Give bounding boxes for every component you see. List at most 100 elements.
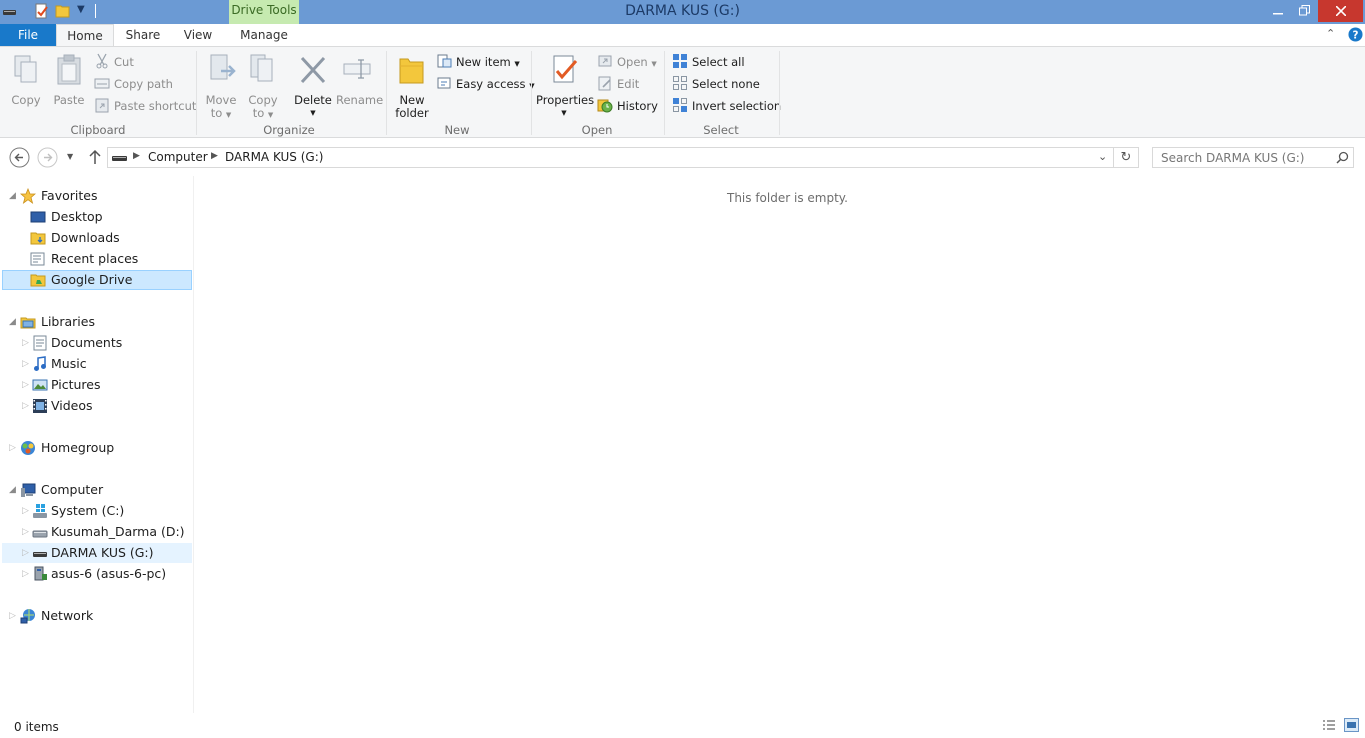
new-item-button[interactable]: New item ▼ (436, 53, 520, 71)
search-input[interactable] (1153, 148, 1331, 167)
new-folder-button[interactable]: New folder (393, 53, 431, 120)
invert-selection-button[interactable]: Invert selection (672, 97, 781, 115)
cut-button[interactable]: Cut (94, 53, 134, 71)
collapse-ribbon-icon[interactable]: ⌃ (1326, 27, 1335, 40)
refresh-button[interactable]: ↻ (1114, 147, 1139, 168)
edit-icon (598, 76, 611, 91)
tab-file[interactable]: File (0, 24, 56, 47)
nav-favorites[interactable]: ◢ Favorites (2, 186, 192, 206)
easy-access-button[interactable]: Easy access ▼ (436, 75, 535, 93)
copy-label: Copy (11, 93, 41, 107)
collapsed-arrow-icon[interactable]: ▷ (22, 501, 29, 521)
nav-libraries[interactable]: ◢ Libraries (2, 312, 192, 332)
copy-to-button[interactable]: Copy to ▼ (245, 53, 281, 122)
expanded-arrow-icon[interactable]: ◢ (9, 186, 16, 206)
nav-item-label: Downloads (51, 230, 120, 245)
nav-item-desktop[interactable]: Desktop (2, 207, 192, 227)
address-bar[interactable]: ▶ Computer ▶ DARMA KUS (G:) ⌄ (107, 147, 1114, 168)
collapsed-arrow-icon[interactable]: ▷ (22, 354, 29, 374)
collapsed-arrow-icon[interactable]: ▷ (9, 438, 16, 458)
search-icon[interactable] (1336, 151, 1349, 164)
nav-computer[interactable]: ◢ Computer (2, 480, 192, 500)
nav-libraries-label: Libraries (41, 314, 95, 329)
search-box[interactable] (1152, 147, 1354, 168)
open-button[interactable]: Open ▼ (597, 53, 657, 71)
collapsed-arrow-icon[interactable]: ▷ (22, 333, 29, 353)
properties-button[interactable]: Properties ▼ (536, 53, 594, 120)
nav-computer-label: Computer (41, 482, 104, 497)
help-icon[interactable]: ? (1348, 27, 1363, 42)
paste-shortcut-label: Paste shortcut (114, 99, 197, 113)
removable-drive-icon (33, 552, 47, 557)
back-icon[interactable] (9, 147, 30, 168)
breadcrumb-separator-icon[interactable]: ▶ (133, 151, 140, 161)
nav-item-downloads[interactable]: Downloads (2, 228, 192, 248)
restore-button[interactable] (1290, 0, 1318, 22)
collapsed-arrow-icon[interactable]: ▷ (22, 375, 29, 395)
close-button[interactable] (1318, 0, 1363, 22)
easy-access-label: Easy access (456, 77, 526, 91)
paste-shortcut-button[interactable]: Paste shortcut (94, 97, 196, 115)
new-folder-icon (399, 58, 424, 84)
easy-access-icon (437, 77, 451, 89)
paste-button[interactable]: Paste (51, 53, 87, 107)
nav-homegroup[interactable]: ▷ Homegroup (2, 438, 192, 458)
nav-item-google-drive[interactable]: Google Drive (2, 270, 192, 290)
expanded-arrow-icon[interactable]: ◢ (9, 480, 16, 500)
tab-share[interactable]: Share (118, 24, 168, 47)
videos-icon (33, 399, 47, 413)
minimize-button[interactable] (1264, 0, 1292, 22)
rename-button[interactable]: Rename (336, 53, 383, 107)
collapsed-arrow-icon[interactable]: ▷ (22, 396, 29, 416)
delete-button[interactable]: Delete ▼ (292, 53, 334, 120)
history-button[interactable]: History (597, 97, 658, 115)
drive-icon (112, 156, 127, 161)
select-none-button[interactable]: Select none (672, 75, 760, 93)
copy-path-button[interactable]: Copy path (94, 75, 173, 93)
navigation-pane-divider[interactable] (193, 176, 194, 713)
group-label-new: New (444, 123, 470, 137)
up-icon[interactable] (88, 149, 102, 165)
edit-button[interactable]: Edit (597, 75, 639, 93)
group-label-organize: Organize (263, 123, 315, 137)
breadcrumb-current-drive[interactable]: DARMA KUS (G:) (225, 150, 323, 164)
tab-manage[interactable]: Manage (229, 24, 299, 47)
breadcrumb-computer[interactable]: Computer (148, 150, 208, 164)
nav-network[interactable]: ▷ Network (2, 606, 192, 626)
nav-item-pictures[interactable]: ▷ Pictures (2, 375, 192, 395)
nav-item-music[interactable]: ▷ Music (2, 354, 192, 374)
nav-item-system-c[interactable]: ▷ System (C:) (2, 501, 192, 521)
address-history-dropdown-icon[interactable]: ⌄ (1098, 150, 1107, 163)
recent-locations-icon[interactable]: ▼ (67, 152, 73, 161)
nav-item-label: Kusumah_Darma (D:) (51, 524, 185, 539)
nav-item-asus-6[interactable]: ▷ asus-6 (asus-6-pc) (2, 564, 192, 584)
details-view-icon[interactable] (1322, 719, 1336, 732)
expanded-arrow-icon[interactable]: ◢ (9, 312, 16, 332)
forward-icon[interactable] (37, 147, 58, 168)
collapsed-arrow-icon[interactable]: ▷ (22, 564, 29, 584)
paste-label: Paste (53, 93, 85, 107)
dropdown-arrow-icon: ▼ (225, 111, 232, 119)
nav-item-label: asus-6 (asus-6-pc) (51, 566, 167, 581)
nav-item-documents[interactable]: ▷ Documents (2, 333, 192, 353)
collapsed-arrow-icon[interactable]: ▷ (9, 606, 16, 626)
collapsed-arrow-icon[interactable]: ▷ (22, 522, 29, 542)
tab-home[interactable]: Home (56, 24, 114, 47)
tab-view[interactable]: View (174, 24, 222, 47)
nav-item-darma-kus-g[interactable]: ▷ DARMA KUS (G:) (2, 543, 192, 563)
group-label-clipboard: Clipboard (70, 123, 126, 137)
nav-item-label: Documents (51, 335, 123, 350)
copy-button[interactable]: Copy (8, 53, 44, 107)
close-icon (1334, 5, 1347, 17)
collapsed-arrow-icon[interactable]: ▷ (22, 543, 29, 563)
select-all-button[interactable]: Select all (672, 53, 745, 71)
select-none-icon (673, 76, 687, 90)
nav-item-kusumah-darma-d[interactable]: ▷ Kusumah_Darma (D:) (2, 522, 192, 542)
network-computer-icon (34, 566, 47, 581)
large-icons-view-icon[interactable] (1344, 718, 1359, 732)
move-to-button[interactable]: Move to ▼ (203, 53, 239, 122)
breadcrumb-separator-icon[interactable]: ▶ (211, 151, 218, 161)
nav-item-label: System (C:) (51, 503, 125, 518)
nav-item-videos[interactable]: ▷ Videos (2, 396, 192, 416)
nav-item-recent-places[interactable]: Recent places (2, 249, 192, 269)
